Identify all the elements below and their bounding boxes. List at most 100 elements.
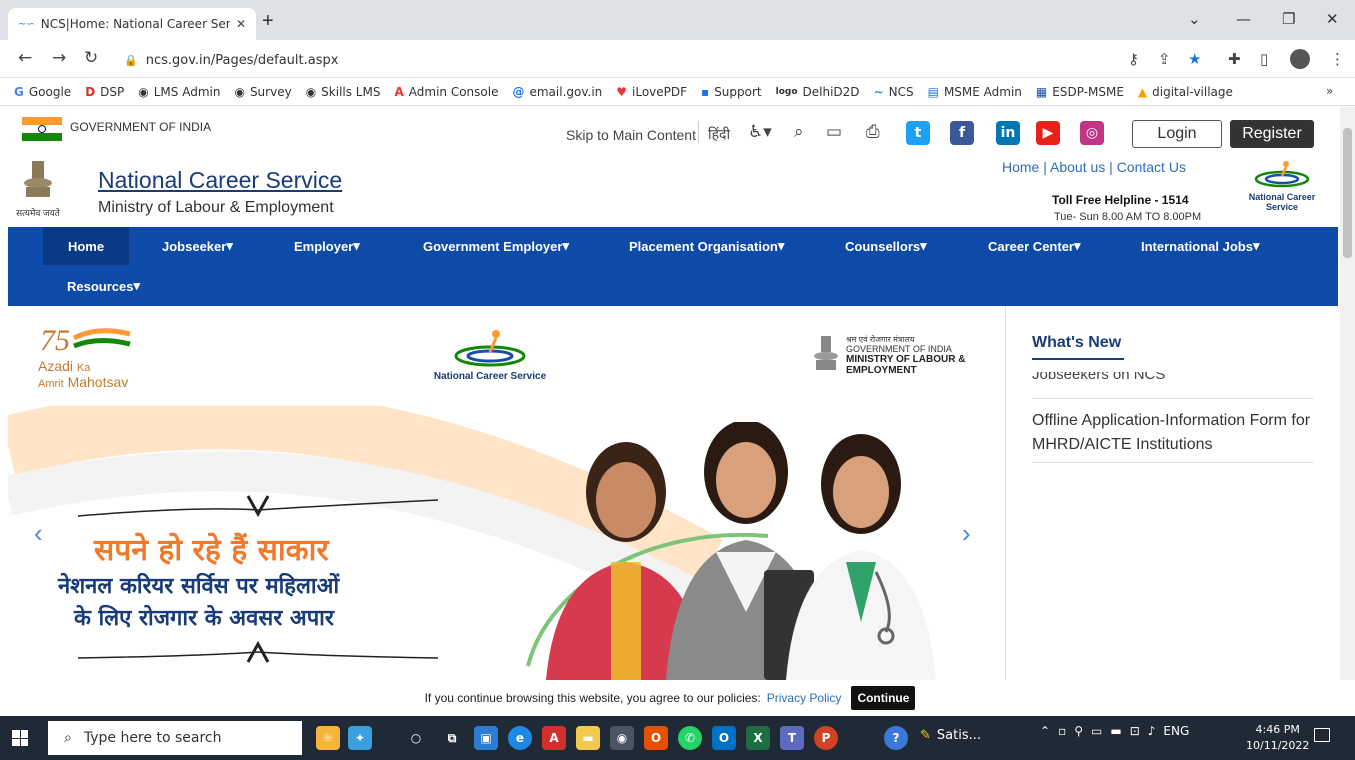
carousel-prev-chevron-icon[interactable]: ‹ bbox=[34, 518, 43, 549]
nav-international-jobs[interactable]: International Jobs ▾ bbox=[1141, 227, 1260, 265]
teams-icon[interactable]: T bbox=[780, 726, 804, 750]
share-icon[interactable]: ⇪ bbox=[1158, 50, 1171, 68]
print-icon[interactable]: ⎙ bbox=[866, 122, 880, 142]
volume-icon[interactable]: ♪ bbox=[1148, 724, 1156, 738]
restore-icon[interactable]: ❐ bbox=[1282, 10, 1295, 28]
windows-start-icon[interactable] bbox=[12, 730, 28, 746]
nav-career-center[interactable]: Career Center ▾ bbox=[988, 227, 1081, 265]
bookmark-ncs[interactable]: ∼ NCS bbox=[874, 85, 914, 99]
login-button[interactable]: Login bbox=[1132, 120, 1222, 148]
chevron-up-icon[interactable]: ⌃ bbox=[1040, 724, 1050, 738]
nav-placement-organisation[interactable]: Placement Organisation ▾ bbox=[629, 227, 784, 265]
main-navigation: Home Jobseeker ▾ Employer ▾ Government Emp… bbox=[8, 227, 1338, 306]
close-tab-icon[interactable]: ✕ bbox=[236, 17, 246, 31]
youtube-icon[interactable]: ▶ bbox=[1036, 121, 1060, 145]
store-icon[interactable]: ▣ bbox=[474, 726, 498, 750]
close-window-icon[interactable]: ✕ bbox=[1326, 10, 1339, 28]
bookmark-dsp[interactable]: D DSP bbox=[85, 85, 124, 99]
profile-avatar[interactable] bbox=[1290, 49, 1310, 69]
nav-resources[interactable]: Resources ▾ bbox=[67, 267, 140, 305]
menu-kebab-icon[interactable]: ⋮ bbox=[1330, 50, 1345, 68]
home-link[interactable]: Home bbox=[1002, 159, 1039, 175]
bookmark-ilovepdf[interactable]: ♥ iLovePDF bbox=[616, 85, 687, 99]
register-button[interactable]: Register bbox=[1230, 120, 1314, 148]
address-bar[interactable]: 🔒 ncs.gov.in/Pages/default.aspx bbox=[112, 46, 1192, 74]
help-icon[interactable]: ? bbox=[884, 726, 908, 750]
bookmark-survey[interactable]: ◉ Survey bbox=[234, 85, 291, 99]
banner-hindi-headline: सपने हो रहे हैं साकार bbox=[94, 533, 329, 568]
taskbar-active-app[interactable]: ✎ Satis... bbox=[920, 728, 981, 743]
cortana-circle-icon[interactable]: ○ bbox=[404, 726, 428, 750]
pinned-app-icon[interactable]: ✦ bbox=[348, 726, 372, 750]
minimize-icon[interactable]: — bbox=[1236, 10, 1251, 28]
extensions-puzzle-icon[interactable]: ✚ bbox=[1228, 50, 1241, 68]
whatsapp-icon[interactable]: ✆ bbox=[678, 726, 702, 750]
nav-home[interactable]: Home bbox=[43, 227, 129, 265]
twitter-icon[interactable]: t bbox=[906, 121, 930, 145]
bookmark-lms-admin[interactable]: ◉ LMS Admin bbox=[138, 85, 220, 99]
skip-to-content-link[interactable]: Skip to Main Content bbox=[566, 127, 696, 143]
privacy-policy-link[interactable]: Privacy Policy bbox=[767, 691, 842, 705]
hindi-language-link[interactable]: हिंदी bbox=[708, 125, 730, 144]
bookmark-email-gov[interactable]: @ email.gov.in bbox=[512, 85, 602, 99]
office-icon[interactable]: O bbox=[644, 726, 668, 750]
mic-icon[interactable]: ⚲ bbox=[1074, 724, 1083, 738]
ncs-banner-logo: National Career Service bbox=[420, 328, 560, 398]
side-panel-icon[interactable]: ▯ bbox=[1260, 50, 1268, 68]
browser-tab[interactable]: ~∽ NCS|Home: National Career Serv ✕ bbox=[8, 8, 256, 40]
nav-government-employer[interactable]: Government Employer ▾ bbox=[423, 227, 569, 265]
excel-icon[interactable]: X bbox=[746, 726, 770, 750]
contact-us-link[interactable]: Contact Us bbox=[1117, 159, 1186, 175]
back-arrow-icon[interactable]: ← bbox=[18, 48, 32, 68]
nav-jobseeker[interactable]: Jobseeker ▾ bbox=[162, 227, 233, 265]
more-bookmarks-chevron-icon[interactable]: » bbox=[1326, 84, 1333, 98]
display-icon[interactable]: ▭ bbox=[1091, 724, 1102, 738]
forward-arrow-icon[interactable]: → bbox=[52, 48, 66, 68]
scrollbar-thumb[interactable] bbox=[1343, 128, 1352, 258]
powerpoint-icon[interactable]: P bbox=[814, 726, 838, 750]
site-title-link[interactable]: National Career Service bbox=[98, 167, 342, 194]
accessibility-icon[interactable]: ♿▾ bbox=[748, 122, 772, 142]
network-icon[interactable]: ⊡ bbox=[1130, 724, 1140, 738]
taskbar-search-input[interactable]: ⌕ Type here to search bbox=[48, 721, 302, 755]
task-view-icon[interactable]: ⧉ bbox=[440, 726, 464, 750]
bookmark-esdp-msme[interactable]: ▦ ESDP-MSME bbox=[1036, 85, 1124, 99]
chrome-icon[interactable]: ◉ bbox=[610, 726, 634, 750]
taskbar-clock[interactable]: 4:46 PM 10/11/2022 bbox=[1246, 722, 1309, 754]
file-explorer-icon[interactable]: ▬ bbox=[576, 726, 600, 750]
bookmark-delhid2d[interactable]: logo DelhiD2D bbox=[776, 85, 860, 99]
notification-center-icon[interactable] bbox=[1314, 728, 1330, 742]
edge-icon[interactable]: e bbox=[508, 726, 532, 750]
widget-app-icon[interactable]: ☼ bbox=[316, 726, 340, 750]
language-indicator[interactable]: ENG bbox=[1163, 724, 1189, 738]
key-icon[interactable]: ⚷ bbox=[1128, 50, 1139, 68]
linkedin-icon[interactable]: in bbox=[996, 121, 1020, 145]
facebook-icon[interactable]: f bbox=[950, 121, 974, 145]
new-tab-button[interactable]: + bbox=[262, 11, 274, 31]
tray-app-icon[interactable]: ▫ bbox=[1058, 724, 1066, 738]
bookmark-admin-console[interactable]: A Admin Console bbox=[394, 85, 498, 99]
bookmark-support[interactable]: ▪ Support bbox=[701, 85, 762, 99]
about-us-link[interactable]: About us bbox=[1050, 159, 1105, 175]
tab-search-chevron-down-icon[interactable]: ⌄ bbox=[1188, 10, 1201, 28]
bookmark-star-icon[interactable]: ★ bbox=[1188, 50, 1201, 68]
reload-icon[interactable]: ↻ bbox=[84, 48, 98, 68]
battery-icon[interactable]: ▬ bbox=[1110, 724, 1121, 738]
bookmark-msme-admin[interactable]: ▤ MSME Admin bbox=[928, 85, 1022, 99]
continue-button[interactable]: Continue bbox=[851, 686, 916, 710]
pdf-reader-icon[interactable]: A bbox=[542, 726, 566, 750]
whats-new-clipped-item[interactable]: Jobseekers on NCS bbox=[1032, 372, 1165, 384]
nav-counsellors[interactable]: Counsellors ▾ bbox=[845, 227, 927, 265]
nav-employer[interactable]: Employer ▾ bbox=[294, 227, 360, 265]
outlook-icon[interactable]: O bbox=[712, 726, 736, 750]
bookmark-google[interactable]: G Google bbox=[14, 85, 71, 99]
sitemap-monitor-icon[interactable]: ▭ bbox=[826, 122, 842, 142]
bookmark-digital-village[interactable]: ▲ digital-village bbox=[1138, 85, 1233, 99]
search-icon[interactable]: ⌕ bbox=[794, 122, 804, 142]
carousel-next-chevron-icon[interactable]: › bbox=[962, 518, 971, 549]
azadi-ka-amrit-mahotsav-logo: 75 Azadi Ka Amrit Mahotsav bbox=[38, 322, 168, 392]
instagram-icon[interactable]: ◎ bbox=[1080, 121, 1104, 145]
whats-new-item[interactable]: Offline Application-Information Form for… bbox=[1032, 409, 1322, 457]
azadi-mahotsav-word: Mahotsav bbox=[67, 374, 129, 390]
bookmark-skills-lms[interactable]: ◉ Skills LMS bbox=[306, 85, 381, 99]
